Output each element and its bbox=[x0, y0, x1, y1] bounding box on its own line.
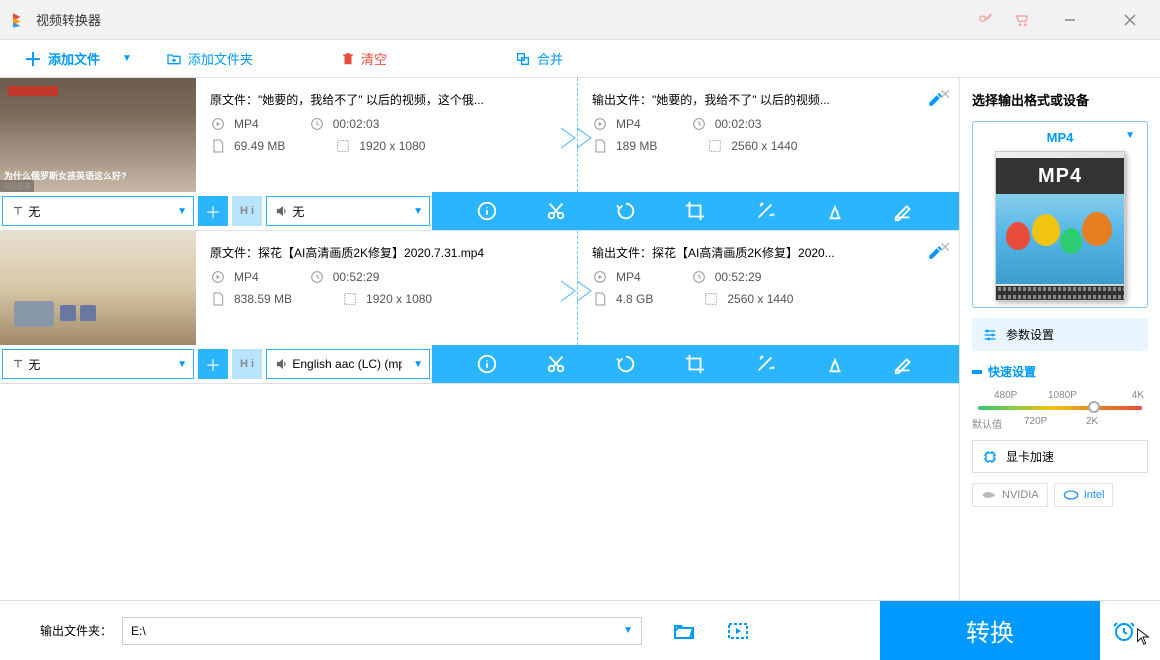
cart-icon[interactable] bbox=[1014, 12, 1030, 28]
format-preview: MP4 bbox=[995, 151, 1125, 301]
bullet-icon bbox=[972, 370, 982, 374]
item-action-bar: 无▼ ＋ H i 无▼ bbox=[0, 192, 959, 230]
audio-select[interactable]: 无▼ bbox=[266, 196, 430, 226]
format-icon bbox=[210, 116, 226, 132]
app-logo-icon bbox=[10, 11, 28, 29]
resolution-icon bbox=[707, 138, 723, 154]
file-icon bbox=[210, 138, 226, 154]
add-subtitle-button[interactable]: ＋ bbox=[198, 349, 228, 379]
watermark-icon[interactable] bbox=[824, 353, 846, 375]
crop-icon[interactable] bbox=[684, 200, 706, 222]
output-folder-label: 输出文件夹： bbox=[40, 622, 112, 639]
cut-icon[interactable] bbox=[545, 200, 567, 222]
arrow-divider-icon bbox=[559, 126, 595, 150]
main-toolbar: ＋添加文件 ▼ 添加文件夹 清空 合并 bbox=[0, 40, 1160, 78]
thumbnail[interactable]: 为什么俄罗斯女孩英语这么好? 以前拍摄 bbox=[0, 78, 196, 192]
output-format-card[interactable]: MP4▼ MP4 bbox=[972, 121, 1148, 308]
alarm-clock-icon bbox=[1112, 619, 1136, 643]
crop-icon[interactable] bbox=[684, 353, 706, 375]
sliders-icon bbox=[982, 327, 998, 343]
side-title: 选择输出格式或设备 bbox=[972, 90, 1148, 109]
source-filename: 探花【AI高清画质2K修复】2020.7.31.mp4 bbox=[258, 244, 484, 261]
source-filename: "她要的，我给不了" 以后的视频，这个俄... bbox=[258, 91, 484, 108]
key-icon[interactable] bbox=[978, 12, 994, 28]
remove-item-button[interactable]: ✕ bbox=[939, 86, 951, 103]
output-filename: 探花【AI高清画质2K修复】2020... bbox=[652, 244, 835, 261]
minimize-button[interactable] bbox=[1050, 5, 1090, 35]
effects-icon[interactable] bbox=[754, 353, 776, 375]
output-filename: "她要的，我给不了" 以后的视频... bbox=[652, 91, 830, 108]
app-title: 视频转换器 bbox=[36, 10, 978, 29]
trash-icon bbox=[341, 51, 355, 67]
nvidia-chip[interactable]: NVIDIA bbox=[972, 483, 1048, 507]
output-folder-select[interactable]: E:\▼ bbox=[122, 617, 642, 645]
resolution-icon bbox=[335, 138, 351, 154]
hi-toggle-button[interactable]: H i bbox=[232, 349, 262, 379]
merge-button[interactable]: 合并 bbox=[501, 40, 577, 78]
chevron-down-icon: ▼ bbox=[413, 206, 423, 217]
chevron-down-icon: ▼ bbox=[177, 206, 187, 217]
quality-slider[interactable]: 480P 1080P 4K 默认值 720P 2K bbox=[972, 390, 1148, 430]
add-file-button[interactable]: ＋添加文件 bbox=[10, 40, 114, 78]
intel-icon bbox=[1063, 489, 1079, 501]
audio-select[interactable]: English aac (LC) (mp▼ bbox=[266, 349, 430, 379]
item-action-bar: 无▼ ＋ H i English aac (LC) (mp▼ bbox=[0, 345, 959, 383]
intel-chip[interactable]: Intel bbox=[1054, 483, 1114, 507]
chip-icon bbox=[982, 449, 998, 465]
bottom-bar: 输出文件夹： E:\▼ 转换 bbox=[0, 600, 1160, 660]
watermark-icon[interactable] bbox=[824, 200, 846, 222]
nvidia-icon bbox=[981, 489, 997, 501]
file-list: 为什么俄罗斯女孩英语这么好? 以前拍摄 原文件："她要的，我给不了" 以后的视频… bbox=[0, 78, 960, 600]
info-icon[interactable] bbox=[476, 353, 498, 375]
convert-button[interactable]: 转换 bbox=[880, 601, 1100, 660]
browse-video-icon[interactable] bbox=[726, 619, 750, 643]
subtitle-edit-icon[interactable] bbox=[893, 200, 915, 222]
cut-icon[interactable] bbox=[545, 353, 567, 375]
speaker-icon bbox=[275, 204, 289, 218]
titlebar: 视频转换器 bbox=[0, 0, 1160, 40]
arrow-divider-icon bbox=[559, 279, 595, 303]
folder-plus-icon bbox=[166, 51, 182, 67]
schedule-button[interactable] bbox=[1104, 601, 1144, 660]
add-file-dropdown[interactable]: ▼ bbox=[114, 53, 140, 64]
hi-toggle-button[interactable]: H i bbox=[232, 196, 262, 226]
rotate-icon[interactable] bbox=[615, 200, 637, 222]
info-icon[interactable] bbox=[476, 200, 498, 222]
rotate-icon[interactable] bbox=[615, 353, 637, 375]
open-folder-icon[interactable] bbox=[672, 619, 696, 643]
clock-icon bbox=[309, 116, 325, 132]
chevron-down-icon: ▼ bbox=[1125, 130, 1135, 141]
remove-item-button[interactable]: ✕ bbox=[939, 239, 951, 256]
gpu-accel-button[interactable]: 显卡加速 bbox=[972, 440, 1148, 473]
plus-icon: ＋ bbox=[24, 46, 42, 72]
file-item: 为什么俄罗斯女孩英语这么好? 以前拍摄 原文件："她要的，我给不了" 以后的视频… bbox=[0, 78, 959, 231]
subtitle-edit-icon[interactable] bbox=[893, 353, 915, 375]
effects-icon[interactable] bbox=[754, 200, 776, 222]
merge-icon bbox=[515, 51, 531, 67]
side-panel: 选择输出格式或设备 MP4▼ MP4 参数设置 快速设置 480P bbox=[960, 78, 1160, 600]
quick-settings: 快速设置 480P 1080P 4K 默认值 720P 2K bbox=[972, 363, 1148, 430]
clock-icon bbox=[691, 116, 707, 132]
add-folder-button[interactable]: 添加文件夹 bbox=[152, 40, 267, 78]
file-item: 原文件：探花【AI高清画质2K修复】2020.7.31.mp4 MP4 00:5… bbox=[0, 231, 959, 384]
thumbnail[interactable] bbox=[0, 231, 196, 345]
subtitle-select[interactable]: 无▼ bbox=[2, 196, 194, 226]
chevron-down-icon: ▼ bbox=[623, 625, 633, 636]
add-subtitle-button[interactable]: ＋ bbox=[198, 196, 228, 226]
params-button[interactable]: 参数设置 bbox=[972, 318, 1148, 351]
subtitle-select[interactable]: 无▼ bbox=[2, 349, 194, 379]
text-icon bbox=[11, 204, 25, 218]
clear-button[interactable]: 清空 bbox=[327, 40, 401, 78]
close-button[interactable] bbox=[1110, 5, 1150, 35]
